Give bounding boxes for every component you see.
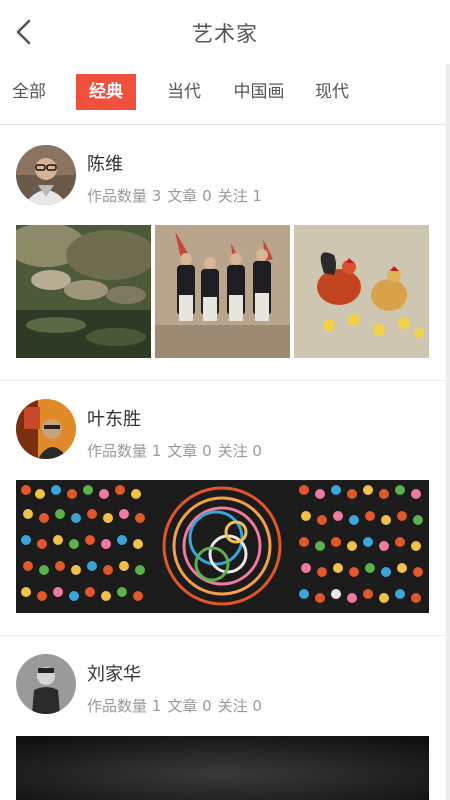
top-bar: 艺术家 <box>0 0 450 64</box>
tab-contemporary[interactable]: 当代 <box>160 74 208 110</box>
follows-count: 关注 0 <box>217 697 262 715</box>
artwork-thumbnail[interactable] <box>155 225 290 358</box>
works-count: 作品数量 3 <box>87 187 162 205</box>
artwork-thumbnail[interactable] <box>294 225 429 358</box>
artist-name[interactable]: 叶东胜 <box>87 405 141 431</box>
artwork-thumbnail[interactable] <box>16 480 429 613</box>
works-count: 作品数量 1 <box>87 697 162 715</box>
articles-count: 文章 0 <box>167 187 212 205</box>
follows-count: 关注 0 <box>217 442 262 460</box>
tab-modern[interactable]: 现代 <box>308 74 356 110</box>
artist-stats: 作品数量 1 文章 0 关注 0 <box>87 695 268 716</box>
tab-all[interactable]: 全部 <box>6 74 52 110</box>
artist-card[interactable]: 刘家华 作品数量 1 文章 0 关注 0 <box>0 636 446 800</box>
works-count: 作品数量 1 <box>87 442 162 460</box>
page-title: 艺术家 <box>192 22 258 46</box>
artist-stats: 作品数量 3 文章 0 关注 1 <box>87 185 268 206</box>
avatar[interactable] <box>16 654 76 714</box>
avatar[interactable] <box>16 145 76 205</box>
artwork-thumbnail[interactable] <box>16 736 429 800</box>
artist-card[interactable]: 叶东胜 作品数量 1 文章 0 关注 0 <box>0 381 446 635</box>
follows-count: 关注 1 <box>217 187 262 205</box>
category-tabs: 全部 经典 当代 中国画 现代 <box>0 72 450 116</box>
articles-count: 文章 0 <box>167 442 212 460</box>
artist-card[interactable]: 陈维 作品数量 3 文章 0 关注 1 <box>0 125 446 380</box>
articles-count: 文章 0 <box>167 697 212 715</box>
tab-classic[interactable]: 经典 <box>76 74 136 110</box>
artist-name[interactable]: 陈维 <box>87 150 123 176</box>
artist-name[interactable]: 刘家华 <box>87 660 141 686</box>
artist-stats: 作品数量 1 文章 0 关注 0 <box>87 440 268 461</box>
artwork-thumbnail[interactable] <box>16 225 151 358</box>
scroll-edge <box>446 64 450 800</box>
avatar[interactable] <box>16 399 76 459</box>
tab-chinese-painting[interactable]: 中国画 <box>228 74 290 110</box>
